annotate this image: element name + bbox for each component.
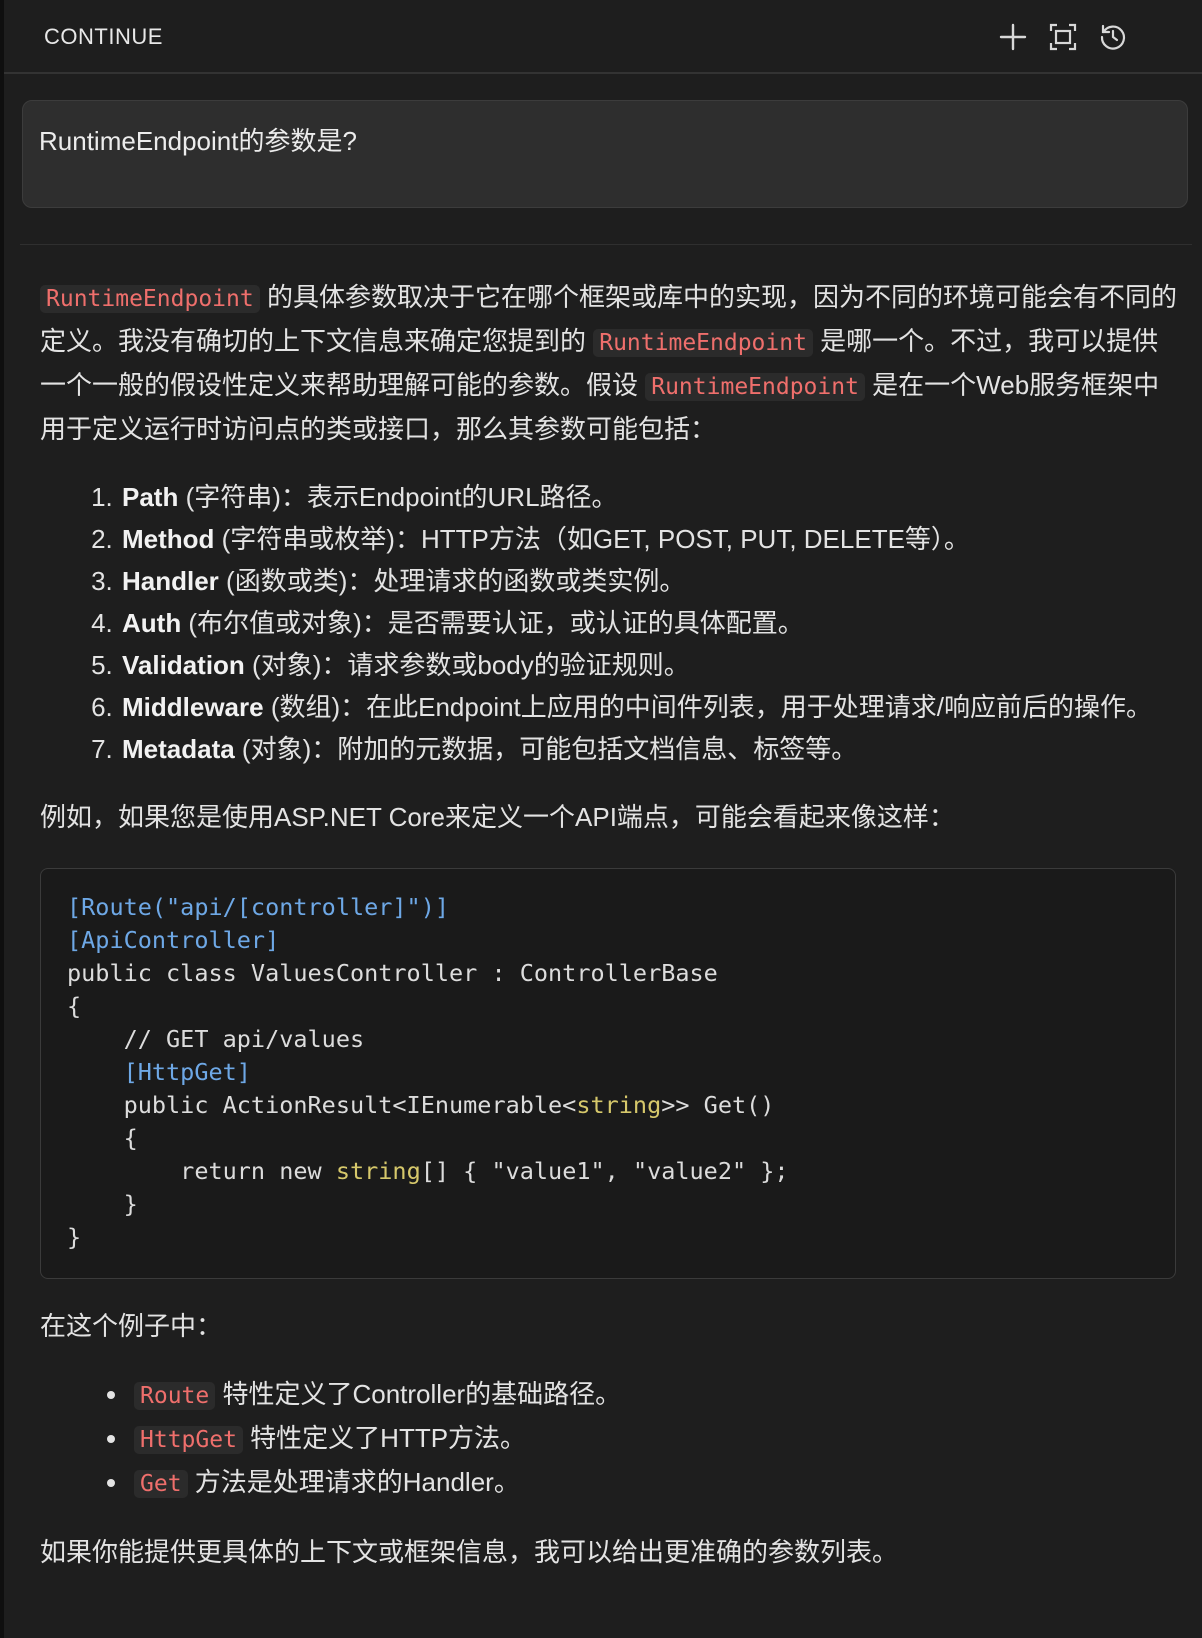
list-item: HttpGet 特性定义了HTTP方法。 [130, 1417, 1180, 1461]
list-item: Method (字符串或枚举)：HTTP方法（如GET, POST, PUT, … [120, 518, 1180, 560]
inline-code: Route [134, 1382, 216, 1410]
list-item: Route 特性定义了Controller的基础路径。 [130, 1373, 1180, 1417]
panel-header: CONTINUE [4, 0, 1202, 74]
parameter-list: Path (字符串)：表示Endpoint的URL路径。 Method (字符串… [40, 476, 1180, 770]
user-message-text: RuntimeEndpoint的参数是? [39, 126, 357, 156]
list-item: Validation (对象)：请求参数或body的验证规则。 [120, 644, 1180, 686]
list-item: Metadata (对象)：附加的元数据，可能包括文档信息、标签等。 [120, 728, 1180, 770]
explanation-list: Route 特性定义了Controller的基础路径。 HttpGet 特性定义… [40, 1373, 1180, 1505]
inline-code: Get [134, 1470, 188, 1498]
example-explanation: 在这个例子中： [40, 1311, 223, 1341]
panel-title: CONTINUE [44, 24, 163, 49]
continue-panel: CONTINUE RuntimeEndpoint的参数是? RuntimeEnd… [0, 0, 1202, 1638]
example-intro: 例如，如果您是使用ASP.NET Core来定义一个API端点，可能会看起来像这… [40, 802, 955, 832]
assistant-response: RuntimeEndpoint 的具体参数取决于它在哪个框架或库中的实现，因为不… [40, 276, 1180, 1573]
list-item: Get 方法是处理请求的Handler。 [130, 1461, 1180, 1505]
fullscreen-icon[interactable] [1048, 22, 1078, 52]
code-block[interactable]: [Route("api/[controller]")] [ApiControll… [40, 868, 1176, 1279]
inline-code: RuntimeEndpoint [40, 285, 260, 313]
list-item: Auth (布尔值或对象)：是否需要认证，或认证的具体配置。 [120, 602, 1180, 644]
user-message[interactable]: RuntimeEndpoint的参数是? [22, 100, 1188, 208]
history-icon[interactable] [1098, 22, 1128, 52]
plus-icon[interactable] [998, 22, 1028, 52]
inline-code: RuntimeEndpoint [645, 373, 865, 401]
list-item: Middleware (数组)：在此Endpoint上应用的中间件列表，用于处理… [120, 686, 1180, 728]
inline-code: HttpGet [134, 1426, 243, 1454]
panel-left-border [0, 0, 4, 1638]
closing-paragraph: 如果你能提供更具体的上下文或框架信息，我可以给出更准确的参数列表。 [40, 1537, 899, 1567]
code-content: [Route("api/[controller]")] [ApiControll… [67, 893, 789, 1251]
message-divider [20, 244, 1192, 245]
inline-code: RuntimeEndpoint [593, 329, 813, 357]
list-item: Path (字符串)：表示Endpoint的URL路径。 [120, 476, 1180, 518]
intro-paragraph: RuntimeEndpoint 的具体参数取决于它在哪个框架或库中的实现，因为不… [40, 282, 1177, 444]
list-item: Handler (函数或类)：处理请求的函数或类实例。 [120, 560, 1180, 602]
